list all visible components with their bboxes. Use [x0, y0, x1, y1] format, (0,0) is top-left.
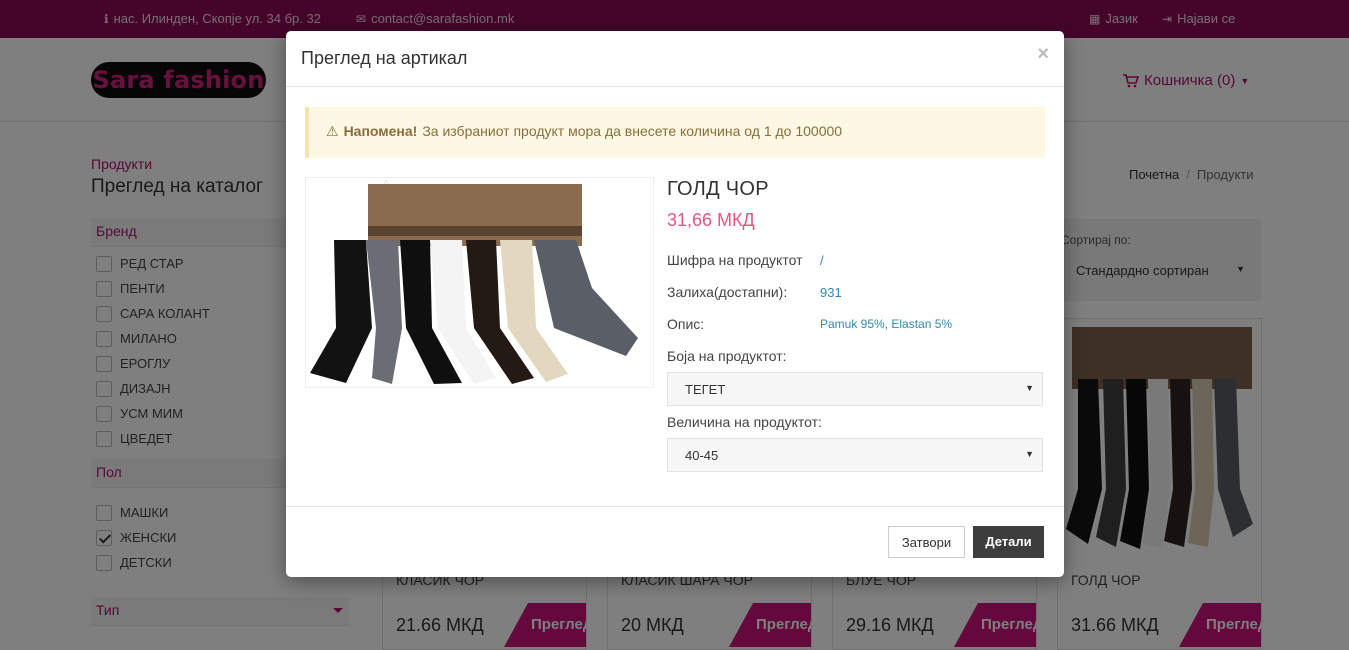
details-button[interactable]: Детали — [973, 526, 1044, 558]
select-arrow-icon: ▼ — [1025, 449, 1034, 459]
size-select-value: 40-45 — [685, 448, 719, 463]
close-icon[interactable]: × — [1037, 43, 1049, 66]
select-arrow-icon: ▼ — [1025, 383, 1034, 393]
description-label: Опис: — [667, 316, 705, 332]
size-label: Величина на продуктот: — [667, 414, 822, 430]
modal-product-image — [305, 177, 654, 388]
quick-view-modal: Преглед на артикал × ⚠ Напомена! За избр… — [286, 31, 1064, 577]
modal-product-price: 31,66 МКД — [667, 210, 755, 230]
socks-image — [310, 179, 638, 384]
modal-title: Преглед на артикал — [301, 48, 468, 68]
alert-text: За избраниот продукт мора да внесете кол… — [422, 123, 843, 139]
modal-footer-divider — [286, 506, 1064, 507]
description-value: Pamuk 95%, Elastan 5% — [820, 317, 953, 331]
stock-value: 931 — [820, 285, 842, 300]
color-select[interactable]: ТЕГЕТ ▼ — [667, 372, 1043, 406]
stock-label: Залиха(достапни): — [667, 284, 788, 300]
warning-alert: ⚠ Напомена! За избраниот продукт мора да… — [305, 107, 1045, 158]
color-select-value: ТЕГЕТ — [685, 382, 726, 397]
warning-icon: ⚠ — [326, 123, 339, 139]
product-code-value: / — [820, 253, 824, 268]
product-code-label: Шифра на продуктот — [667, 252, 803, 268]
color-label: Боја на продуктот: — [667, 348, 787, 364]
modal-product-name: ГОЛД ЧОР — [667, 178, 769, 200]
modal-header: Преглед на артикал × — [286, 31, 1064, 87]
alert-strong: Напомена! — [343, 123, 418, 139]
close-button[interactable]: Затвори — [888, 526, 965, 558]
size-select[interactable]: 40-45 ▼ — [667, 438, 1043, 472]
